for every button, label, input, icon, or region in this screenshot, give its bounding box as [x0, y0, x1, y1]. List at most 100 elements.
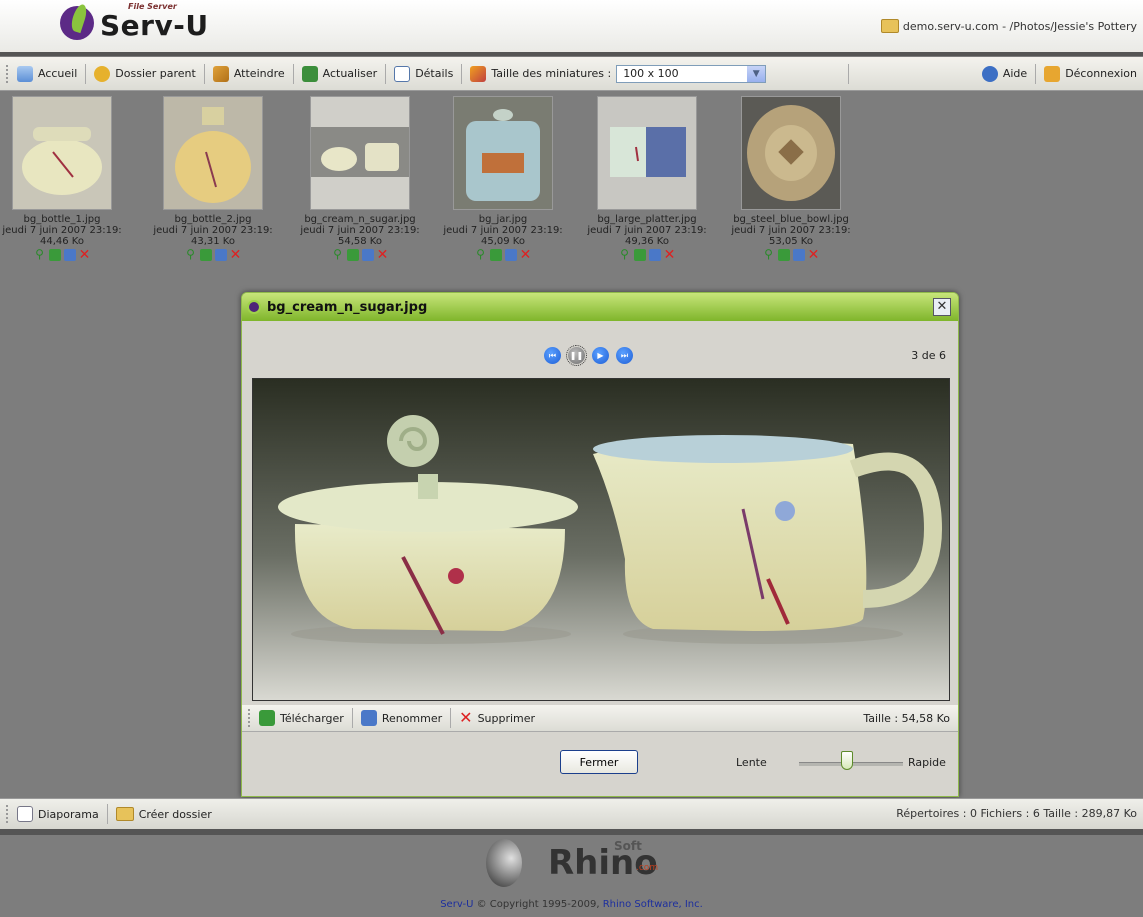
slideshow-button[interactable]: Diaporama: [11, 802, 105, 826]
file-date: jeudi 7 juin 2007 23:19:: [587, 225, 707, 236]
download-icon[interactable]: [199, 249, 212, 261]
file-date: jeudi 7 juin 2007 23:19:: [731, 225, 851, 236]
delete-icon[interactable]: ✕: [520, 248, 532, 262]
file-item[interactable]: bg_bottle_1.jpg jeudi 7 juin 2007 23:19:…: [0, 96, 134, 262]
goto-label: Atteindre: [233, 67, 285, 80]
delete-icon[interactable]: ✕: [808, 248, 820, 262]
download-icon[interactable]: [489, 249, 502, 261]
toolbar-separator: [85, 63, 87, 84]
close-button[interactable]: Fermer: [560, 750, 638, 774]
first-image-button[interactable]: ⏮: [544, 347, 561, 364]
last-image-button[interactable]: ⏭: [616, 347, 633, 364]
toolbar-separator: [292, 63, 294, 84]
download-icon[interactable]: [48, 249, 61, 261]
refresh-button[interactable]: Actualiser: [296, 62, 384, 86]
file-size: 54,58 Ko: [338, 236, 382, 247]
thumbnail-image[interactable]: [310, 96, 410, 210]
toolbar-separator: [385, 63, 387, 84]
file-item[interactable]: bg_large_platter.jpg jeudi 7 juin 2007 2…: [575, 96, 719, 262]
app-header: File Server Serv-U demo.serv-u.com - /Ph…: [0, 0, 1143, 52]
zoom-icon[interactable]: ⚲: [619, 248, 631, 261]
file-item[interactable]: bg_bottle_2.jpg jeudi 7 juin 2007 23:19:…: [141, 96, 285, 262]
file-size: 49,36 Ko: [625, 236, 669, 247]
rename-icon[interactable]: [361, 249, 374, 261]
thumbnail-image[interactable]: [453, 96, 553, 210]
thumbnail-image[interactable]: [163, 96, 263, 210]
download-icon[interactable]: [346, 249, 359, 261]
zoom-icon[interactable]: ⚲: [185, 248, 197, 261]
zoom-icon[interactable]: ⚲: [763, 248, 775, 261]
next-image-button[interactable]: ▶: [592, 347, 609, 364]
zoom-icon[interactable]: ⚲: [475, 248, 487, 261]
new-folder-label: Créer dossier: [138, 807, 212, 821]
file-actions: ⚲ ✕: [288, 248, 432, 262]
delete-icon: ✕: [459, 708, 473, 727]
file-name: bg_jar.jpg: [478, 214, 528, 225]
preview-actions: Télécharger Renommer ✕ Supprimer Taille …: [242, 705, 958, 732]
new-folder-button[interactable]: Créer dossier: [110, 802, 218, 826]
close-icon[interactable]: ✕: [933, 298, 951, 316]
rhino-software-link[interactable]: Rhino Software, Inc.: [603, 899, 703, 910]
file-item[interactable]: bg_jar.jpg jeudi 7 juin 2007 23:19: 45,0…: [431, 96, 575, 262]
thumb-size-label: Taille des miniatures :: [491, 67, 612, 80]
thumbnail-image[interactable]: [12, 96, 112, 210]
rename-button[interactable]: Renommer: [355, 706, 448, 730]
rhino-brand-com: .com: [636, 863, 659, 873]
thumb-size-select[interactable]: 100 x 100 ▼: [616, 64, 767, 83]
file-size: 43,31 Ko: [191, 236, 235, 247]
home-label: Accueil: [38, 67, 78, 80]
file-item[interactable]: bg_steel_blue_bowl.jpg jeudi 7 juin 2007…: [719, 96, 863, 262]
help-icon: [981, 65, 998, 82]
delete-icon[interactable]: ✕: [377, 248, 389, 262]
help-button[interactable]: Aide: [976, 62, 1033, 86]
header-divider: [0, 52, 1143, 56]
serv-u-link[interactable]: Serv-U: [440, 899, 473, 910]
file-date: jeudi 7 juin 2007 23:19:: [153, 225, 273, 236]
copyright-notice: Serv-U © Copyright 1995-2009, Rhino Soft…: [0, 899, 1143, 910]
file-date: jeudi 7 juin 2007 23:19:: [2, 225, 122, 236]
thumbnail-image[interactable]: [741, 96, 841, 210]
file-size: 53,05 Ko: [769, 236, 813, 247]
goto-button[interactable]: Atteindre: [207, 62, 291, 86]
logout-icon: [1044, 65, 1061, 82]
delete-icon[interactable]: ✕: [664, 248, 676, 262]
parent-folder-button[interactable]: Dossier parent: [88, 62, 202, 86]
download-icon[interactable]: [777, 249, 790, 261]
directory-stats: Répertoires : 0 Fichiers : 6 Taille : 28…: [896, 807, 1137, 820]
download-icon: [259, 710, 275, 726]
rename-icon[interactable]: [792, 249, 805, 261]
delete-button[interactable]: ✕ Supprimer: [453, 706, 541, 730]
rename-icon[interactable]: [648, 249, 661, 261]
file-actions: ⚲ ✕: [431, 248, 575, 262]
delete-icon[interactable]: ✕: [79, 248, 91, 262]
rename-icon[interactable]: [504, 249, 517, 261]
main-toolbar: Accueil Dossier parent Atteindre Actuali…: [0, 57, 1143, 91]
refresh-icon: [301, 65, 318, 82]
home-button[interactable]: Accueil: [11, 62, 83, 86]
status-toolbar: Diaporama Créer dossier Répertoires : 0 …: [0, 798, 1143, 829]
speed-slider-handle[interactable]: [841, 751, 853, 770]
rhinosoft-logo[interactable]: Rhino Soft .com: [486, 835, 686, 895]
download-icon[interactable]: [633, 249, 646, 261]
delete-icon[interactable]: ✕: [230, 248, 242, 262]
download-button[interactable]: Télécharger: [253, 706, 350, 730]
refresh-label: Actualiser: [322, 67, 378, 80]
logo-text: Serv-U: [100, 9, 209, 42]
file-item[interactable]: bg_cream_n_sugar.jpg jeudi 7 juin 2007 2…: [288, 96, 432, 262]
rename-icon[interactable]: [63, 249, 76, 261]
chevron-down-icon[interactable]: ▼: [747, 65, 766, 82]
thumbnail-image[interactable]: [597, 96, 697, 210]
thumb-size-value: 100 x 100: [623, 67, 679, 80]
zoom-icon[interactable]: ⚲: [332, 248, 344, 261]
slideshow-icon: [17, 806, 33, 822]
page-footer: Rhino Soft .com Serv-U © Copyright 1995-…: [0, 835, 1143, 917]
logout-button[interactable]: Déconnexion: [1038, 62, 1143, 86]
rename-icon[interactable]: [214, 249, 227, 261]
details-button[interactable]: Détails: [388, 62, 459, 86]
zoom-icon[interactable]: ⚲: [34, 248, 46, 261]
pause-button[interactable]: ❚❚: [566, 345, 587, 366]
dialog-titlebar[interactable]: bg_cream_n_sugar.jpg ✕: [242, 293, 958, 321]
file-name: bg_bottle_1.jpg: [23, 214, 101, 225]
toolbar-separator: [351, 708, 353, 728]
download-label: Télécharger: [280, 711, 344, 725]
